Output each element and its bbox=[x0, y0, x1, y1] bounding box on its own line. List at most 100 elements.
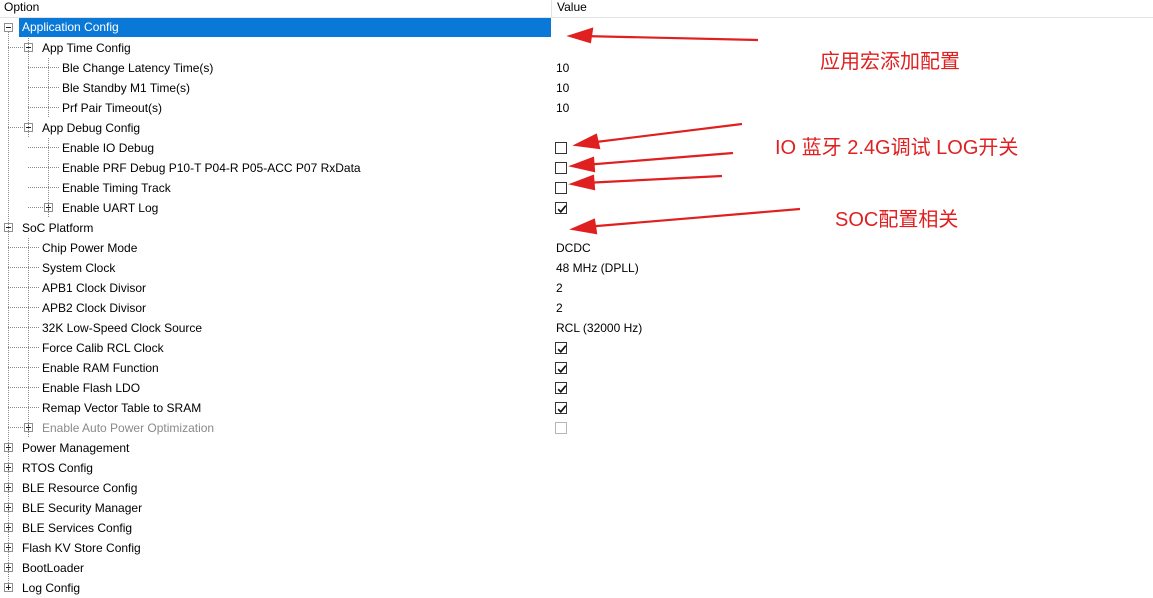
tree-row-label: Log Config bbox=[22, 581, 81, 595]
checkmark-icon bbox=[557, 385, 567, 394]
tree-row-label: Power Management bbox=[22, 441, 130, 455]
tree-row-label: APB1 Clock Divisor bbox=[42, 281, 147, 295]
tree-row-label: BootLoader bbox=[22, 561, 85, 575]
annotation-app-macro: 应用宏添加配置 bbox=[820, 51, 960, 73]
value-cell[interactable]: 48 MHz (DPLL) bbox=[556, 258, 639, 278]
checkmark-icon bbox=[557, 345, 567, 354]
tree-guide-line bbox=[8, 287, 40, 288]
tree-row-bootloader[interactable]: BootLoader bbox=[0, 558, 1153, 578]
value-cell[interactable]: RCL (32000 Hz) bbox=[556, 318, 642, 338]
value-cell[interactable]: DCDC bbox=[556, 238, 591, 258]
tree-row-enable-uart-log[interactable]: Enable UART Log bbox=[0, 198, 1153, 218]
tree-guide-line bbox=[8, 307, 40, 308]
value-cell[interactable]: 10 bbox=[556, 58, 569, 78]
tree-row-label: 32K Low-Speed Clock Source bbox=[42, 321, 203, 335]
tree-row-force-calib-rcl-clock[interactable]: Force Calib RCL Clock bbox=[0, 338, 1153, 358]
tree-guide-line bbox=[8, 327, 40, 328]
column-divider[interactable] bbox=[551, 0, 552, 17]
tree-row-flash-kv-store-config[interactable]: Flash KV Store Config bbox=[0, 538, 1153, 558]
tree-row-app-debug-config[interactable]: App Debug Config bbox=[0, 118, 1153, 138]
annotation-io-debug: IO 蓝牙 2.4G调试 LOG开关 bbox=[775, 137, 1019, 159]
value-cell[interactable]: 2 bbox=[556, 278, 563, 298]
tree-guide-line bbox=[28, 38, 29, 137]
tree-guide-line bbox=[28, 147, 60, 148]
tree-row-application-config[interactable]: Application Config bbox=[0, 18, 1153, 38]
tree-row-label: SoC Platform bbox=[22, 221, 94, 235]
tree-row-label: Ble Change Latency Time(s) bbox=[62, 61, 214, 75]
tree-row-apb1-clock-divisor[interactable]: APB1 Clock Divisor 2 bbox=[0, 278, 1153, 298]
tree-row-label: Flash KV Store Config bbox=[22, 541, 141, 555]
checkmark-icon bbox=[557, 405, 567, 414]
tree-row-rtos-config[interactable]: RTOS Config bbox=[0, 458, 1153, 478]
tree-row-label: BLE Services Config bbox=[22, 521, 133, 535]
value-cell[interactable]: 10 bbox=[556, 78, 569, 98]
tree-guide-line bbox=[8, 407, 40, 408]
checkbox[interactable] bbox=[555, 402, 567, 414]
tree-row-enable-flash-ldo[interactable]: Enable Flash LDO bbox=[0, 378, 1153, 398]
checkbox[interactable] bbox=[555, 382, 567, 394]
tree-guide-line bbox=[8, 267, 40, 268]
tree-row-label: Remap Vector Table to SRAM bbox=[42, 401, 202, 415]
tree-row-label: System Clock bbox=[42, 261, 116, 275]
checkbox[interactable] bbox=[555, 422, 567, 434]
tree-row-system-clock[interactable]: System Clock 48 MHz (DPLL) bbox=[0, 258, 1153, 278]
tree-row-remap-vector-table-to-sram[interactable]: Remap Vector Table to SRAM bbox=[0, 398, 1153, 418]
tree-row-label: RTOS Config bbox=[22, 461, 93, 475]
tree-row-apb2-clock-divisor[interactable]: APB2 Clock Divisor 2 bbox=[0, 298, 1153, 318]
tree-guide-line bbox=[48, 138, 49, 218]
checkmark-icon bbox=[557, 205, 567, 214]
tree-row-label: Enable UART Log bbox=[62, 201, 159, 215]
tree-row-enable-timing-track[interactable]: Enable Timing Track bbox=[0, 178, 1153, 198]
tree-row-label: Ble Standby M1 Time(s) bbox=[62, 81, 191, 95]
tree-guide-line bbox=[48, 58, 49, 118]
tree-row-label: Force Calib RCL Clock bbox=[42, 341, 164, 355]
checkbox[interactable] bbox=[555, 342, 567, 354]
tree-row-ble-services-config[interactable]: BLE Services Config bbox=[0, 518, 1153, 538]
tree-row-prf-pair-timeout-s[interactable]: Prf Pair Timeout(s) 10 bbox=[0, 98, 1153, 118]
tree-guide-line bbox=[28, 167, 60, 168]
tree-header: Option Value bbox=[0, 0, 1153, 18]
tree-row-ble-security-manager[interactable]: BLE Security Manager bbox=[0, 498, 1153, 518]
tree-row-label: Application Config bbox=[19, 18, 551, 37]
tree-row-label: BLE Security Manager bbox=[22, 501, 143, 515]
tree-row-ble-change-latency-time-s[interactable]: Ble Change Latency Time(s) 10 bbox=[0, 58, 1153, 78]
tree-row-enable-ram-function[interactable]: Enable RAM Function bbox=[0, 358, 1153, 378]
tree-guide-line bbox=[8, 247, 40, 248]
tree-guide-line bbox=[8, 127, 24, 128]
checkbox[interactable] bbox=[555, 182, 567, 194]
tree-row-enable-auto-power-optimization[interactable]: Enable Auto Power Optimization bbox=[0, 418, 1153, 438]
tree-row-log-config[interactable]: Log Config bbox=[0, 578, 1153, 598]
checkmark-icon bbox=[557, 365, 567, 374]
option-column-header[interactable]: Option bbox=[4, 0, 39, 17]
tree-row-chip-power-mode[interactable]: Chip Power Mode DCDC bbox=[0, 238, 1153, 258]
checkbox[interactable] bbox=[555, 362, 567, 374]
value-cell[interactable]: 2 bbox=[556, 298, 563, 318]
tree-guide-line bbox=[8, 387, 40, 388]
checkbox[interactable] bbox=[555, 202, 567, 214]
tree-row-enable-prf-debug-p10-t-p04-r-p05-acc-p07-rxdata[interactable]: Enable PRF Debug P10-T P04-R P05-ACC P07… bbox=[0, 158, 1153, 178]
value-cell[interactable]: 10 bbox=[556, 98, 569, 118]
tree-row-label: Enable Flash LDO bbox=[42, 381, 141, 395]
tree-row-label: Chip Power Mode bbox=[42, 241, 138, 255]
tree-row-label: Prf Pair Timeout(s) bbox=[62, 101, 163, 115]
tree-guide-line bbox=[28, 87, 60, 88]
collapse-icon[interactable] bbox=[4, 23, 13, 32]
tree-guide-line bbox=[8, 347, 40, 348]
tree-guide-line bbox=[28, 238, 29, 438]
tree-row-label: App Debug Config bbox=[42, 121, 141, 135]
tree-row-label: APB2 Clock Divisor bbox=[42, 301, 147, 315]
tree-row-ble-standby-m1-time-s[interactable]: Ble Standby M1 Time(s) 10 bbox=[0, 78, 1153, 98]
tree-row-soc-platform[interactable]: SoC Platform bbox=[0, 218, 1153, 238]
tree-row-power-management[interactable]: Power Management bbox=[0, 438, 1153, 458]
tree-row-32k-low-speed-clock-source[interactable]: 32K Low-Speed Clock Source RCL (32000 Hz) bbox=[0, 318, 1153, 338]
tree-row-app-time-config[interactable]: App Time Config bbox=[0, 38, 1153, 58]
tree-row-label: Enable RAM Function bbox=[42, 361, 159, 375]
tree-guide-line bbox=[28, 67, 60, 68]
value-column-header[interactable]: Value bbox=[557, 0, 587, 17]
tree-row-label: Enable IO Debug bbox=[62, 141, 155, 155]
tree-guide-line bbox=[28, 207, 44, 208]
checkbox[interactable] bbox=[555, 142, 567, 154]
tree-row-ble-resource-config[interactable]: BLE Resource Config bbox=[0, 478, 1153, 498]
checkbox[interactable] bbox=[555, 162, 567, 174]
tree-guide-line bbox=[8, 47, 24, 48]
